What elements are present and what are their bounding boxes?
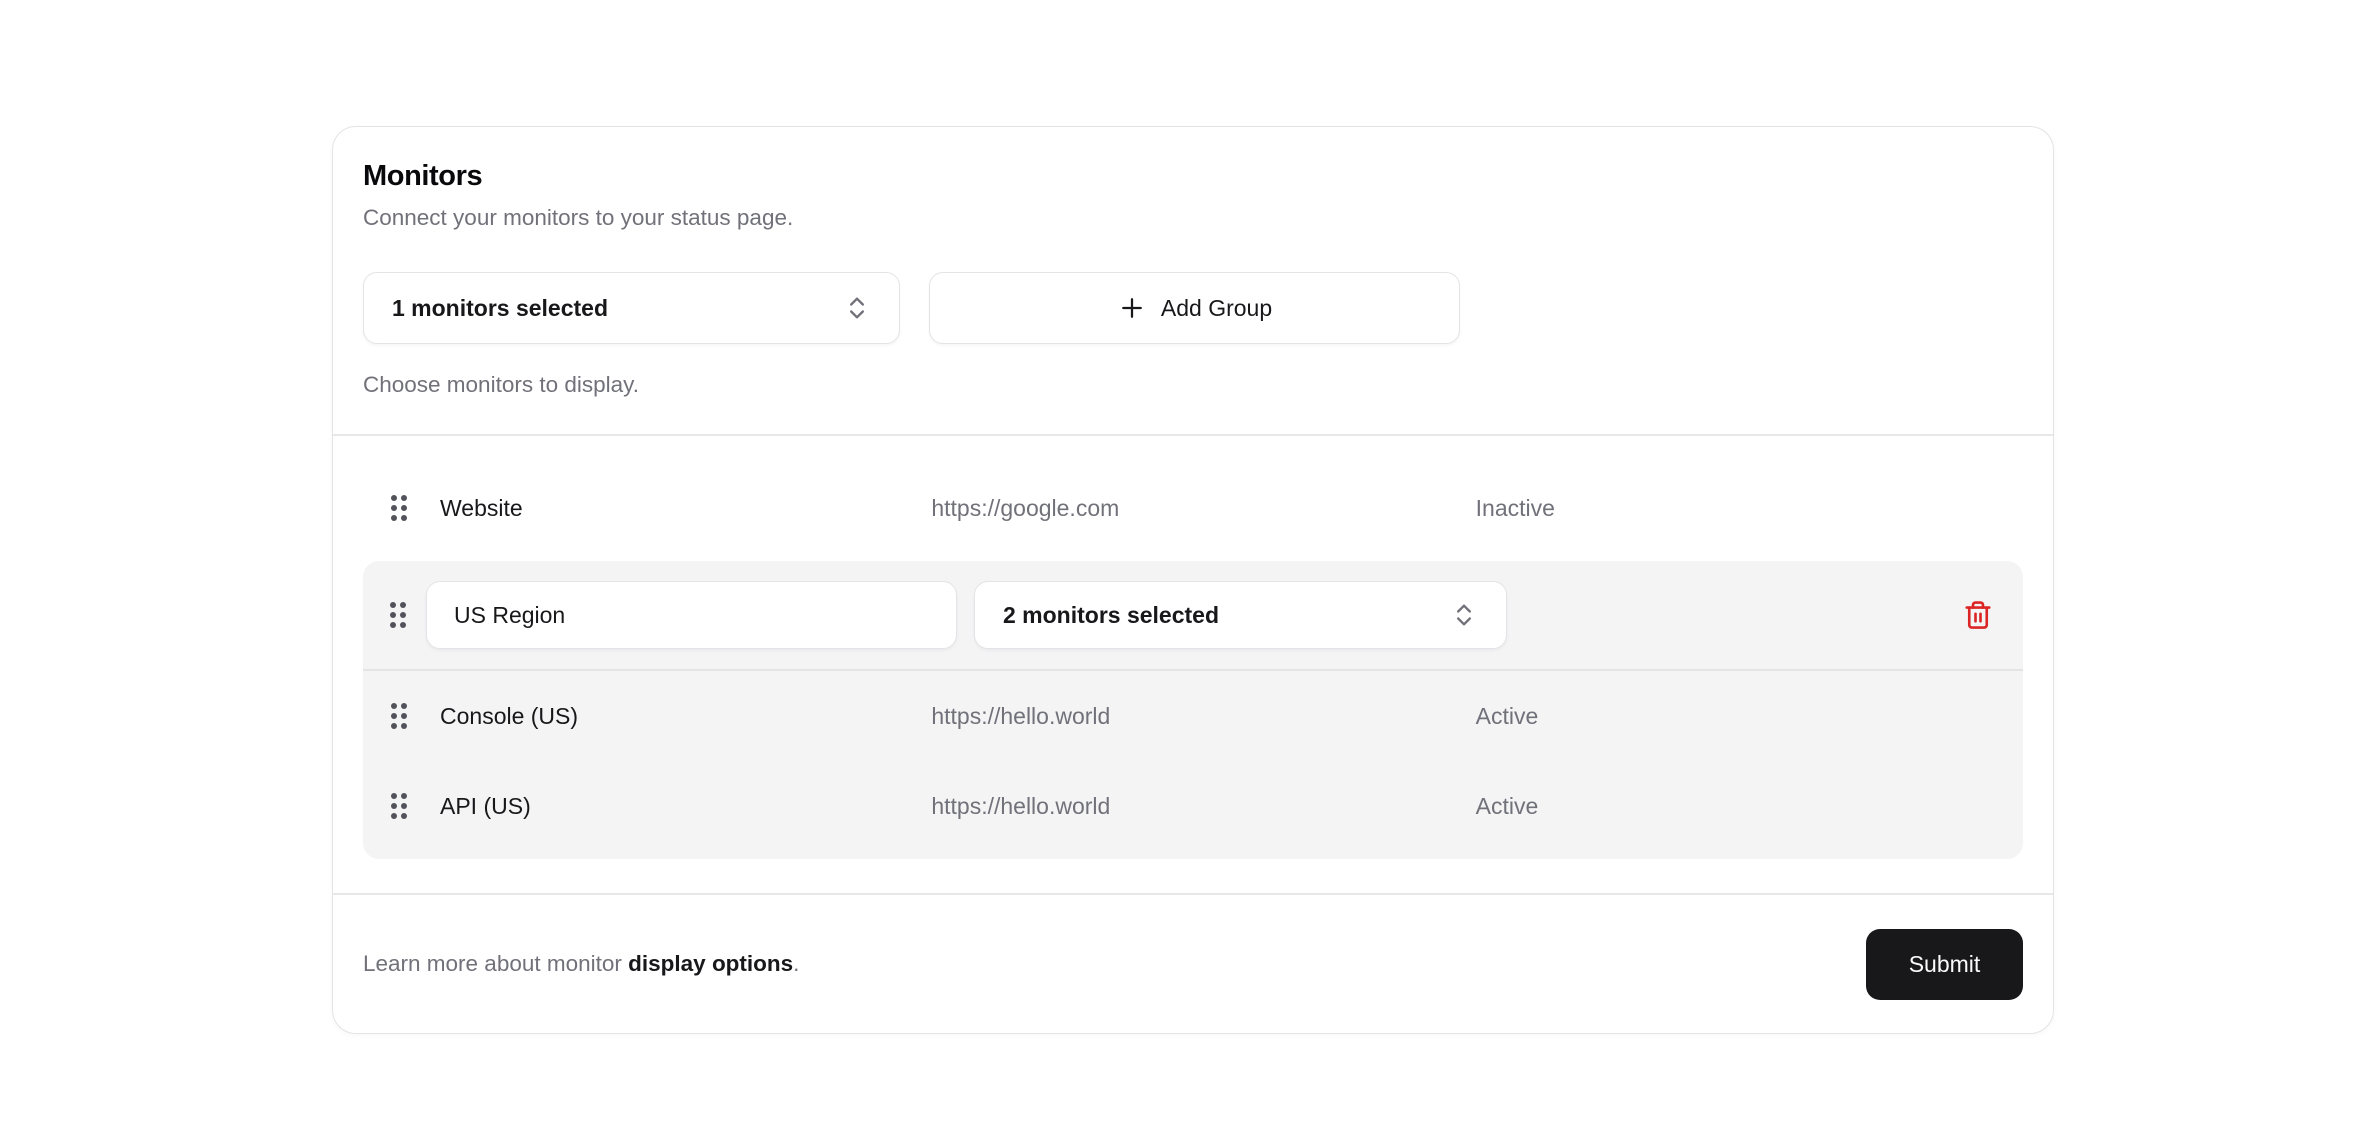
add-group-label: Add Group [1161, 295, 1272, 322]
monitor-row: Console (US) https://hello.world Active [363, 671, 2023, 761]
grip-vertical-icon [388, 493, 410, 523]
trash-icon [1963, 600, 1993, 630]
monitor-name: Website [440, 495, 523, 522]
monitors-card: Monitors Connect your monitors to your s… [332, 126, 2054, 1034]
card-subtitle: Connect your monitors to your status pag… [363, 203, 2023, 233]
chevron-up-down-icon [1450, 601, 1478, 629]
card-header: Monitors Connect your monitors to your s… [333, 127, 2053, 436]
group-monitors-select-value: 2 monitors selected [1003, 602, 1219, 629]
monitor-name: Console (US) [440, 703, 578, 730]
group-header: 2 monitors selected [363, 561, 2023, 671]
submit-button[interactable]: Submit [1866, 929, 2023, 1000]
drag-handle[interactable] [388, 791, 410, 821]
monitor-row: Website https://google.com Inactive [363, 472, 2023, 544]
monitor-url: https://hello.world [916, 793, 1469, 820]
group-name-input[interactable] [426, 581, 957, 649]
chevron-up-down-icon [843, 294, 871, 322]
monitor-name-cell: Console (US) [363, 701, 916, 731]
drag-handle[interactable] [388, 701, 410, 731]
monitor-list: Website https://google.com Inactive 2 mo… [333, 436, 2053, 893]
monitor-row: API (US) https://hello.world Active [363, 761, 2023, 851]
plus-icon [1117, 293, 1147, 323]
grip-vertical-icon [387, 600, 409, 630]
footer-text-prefix: Learn more about monitor [363, 951, 628, 976]
display-options-link[interactable]: display options [628, 951, 793, 976]
monitors-select-value: 1 monitors selected [392, 295, 608, 322]
grip-vertical-icon [388, 791, 410, 821]
drag-handle[interactable] [387, 600, 409, 630]
helper-text: Choose monitors to display. [363, 370, 2023, 400]
monitor-group: 2 monitors selected Console (US) [363, 561, 2023, 859]
card-footer: Learn more about monitor display options… [333, 893, 2053, 1033]
add-group-button[interactable]: Add Group [929, 272, 1460, 344]
page-title: Monitors [363, 157, 2023, 195]
grip-vertical-icon [388, 701, 410, 731]
monitor-name: API (US) [440, 793, 531, 820]
group-monitor-rows: Console (US) https://hello.world Active … [363, 671, 2023, 859]
footer-text-suffix: . [793, 951, 799, 976]
monitors-select[interactable]: 1 monitors selected [363, 272, 900, 344]
monitor-url: https://hello.world [916, 703, 1469, 730]
monitor-name-cell: Website [363, 493, 916, 523]
delete-group-button[interactable] [1957, 594, 1999, 636]
footer-text: Learn more about monitor display options… [363, 951, 799, 977]
monitor-status: Active [1470, 703, 2023, 730]
monitor-status: Active [1470, 793, 2023, 820]
group-header-spacer [1524, 594, 1999, 636]
controls-row: 1 monitors selected Add Group [363, 272, 2023, 344]
monitor-name-cell: API (US) [363, 791, 916, 821]
group-monitors-select[interactable]: 2 monitors selected [974, 581, 1507, 649]
monitor-url: https://google.com [916, 495, 1469, 522]
drag-handle[interactable] [388, 493, 410, 523]
monitor-status: Inactive [1470, 495, 2023, 522]
